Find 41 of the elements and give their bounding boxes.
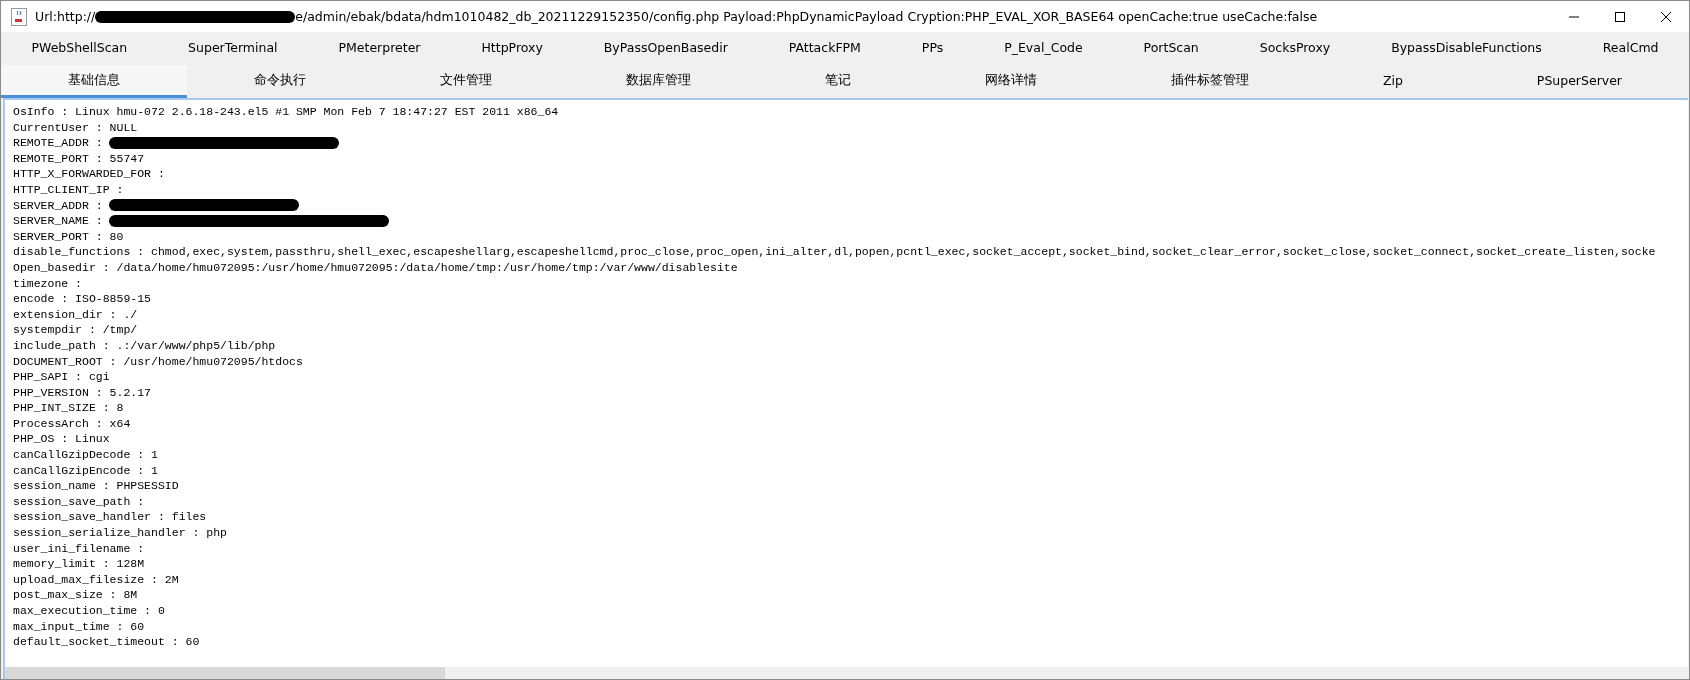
info-line: PHP_VERSION : 5.2.17 — [13, 384, 152, 401]
info-line: HTTP_CLIENT_IP : — [13, 181, 124, 198]
info-line: systempdir : /tmp/ — [13, 322, 138, 338]
info-line: canCallGzipDecode : 1 — [13, 447, 158, 463]
info-line: DOCUMENT_ROOT : /usr/home/hmu072095/htdocs — [13, 353, 303, 370]
info-line: PHP_OS : Linux — [13, 431, 110, 448]
info-line: HTTP_X_FORWARDED_FOR : — [13, 166, 165, 182]
info-line: SERVER_NAME : — [13, 213, 103, 229]
info-line: session_save_handler : files — [13, 509, 207, 526]
window-title: e/admin/ebak/bdata/hdm1010482_db_20211229152350/config.php Payload:PhpDynamicPayload Cryption:PHP_EVAL_XOR_BASE64 openCache:true useCache:false — [295, 9, 1318, 24]
info-line: canCallGzipEncode : 1 — [13, 462, 158, 479]
info-line: PHP_SAPI : cgi — [13, 369, 110, 385]
info-line: session_serialize_handler : php — [13, 525, 227, 541]
window-title: Url:http:// — [35, 9, 96, 24]
info-line: user_ini_filename : — [13, 540, 145, 557]
maximize-icon — [1614, 10, 1626, 23]
info-line: encode : ISO-8859-15 — [13, 291, 152, 307]
info-line: disable_functions : chmod,exec,system,passthru,shell_exec,escapeshellarg,escapeshellcmd,proc_close,proc_open,ini_alter,dl,popen,pcntl_exec,socket_accept,socket_bind,socket_clear_error,socket_close,socket_connect,socket_create_listen,socke — [13, 244, 1656, 260]
info-line: ProcessArch : x64 — [13, 415, 131, 432]
info-line: max_execution_time : 0 — [13, 603, 165, 619]
tab[interactable]: 基础信息 — [1, 65, 187, 98]
info-line: REMOTE_ADDR : — [13, 135, 103, 151]
info-line: SERVER_ADDR : — [13, 197, 103, 214]
info-line: session_name : PHPSESSID — [13, 478, 179, 494]
horizontal-scrollbar[interactable] — [5, 667, 1688, 679]
info-line: Open_basedir : /data/home/hmu072095:/usr/home/hmu072095:/data/home/tmp:/usr/home/tmp:/var/www/disablesite — [13, 259, 738, 276]
info-line: memory_limit : 128M — [13, 556, 145, 572]
info-line: session_save_path : — [13, 493, 145, 510]
info-line: default_socket_timeout : 60 — [13, 634, 200, 650]
info-line: max_input_time : 60 — [13, 618, 145, 635]
info-line: extension_dir : ./ — [13, 306, 138, 323]
close-icon — [1660, 10, 1672, 23]
info-line: CurrentUser : NULL — [13, 119, 138, 136]
info-line: upload_max_filesize : 2M — [13, 571, 179, 588]
info-line: timezone : — [13, 275, 82, 292]
info-line: SERVER_PORT : 80 — [13, 228, 124, 245]
info-line: include_path : .:/var/www/php5/lib/php — [13, 337, 276, 354]
info-line: REMOTE_PORT : 55747 — [13, 150, 145, 167]
info-line: OsInfo : Linux hmu-072 2.6.18-243.el5 #1 SMP Mon Feb 7 18:47:27 EST 2011 x86_64 — [13, 104, 559, 120]
info-line: post_max_size : 8M — [13, 587, 138, 603]
info-line: PHP_INT_SIZE : 8 — [13, 400, 124, 416]
